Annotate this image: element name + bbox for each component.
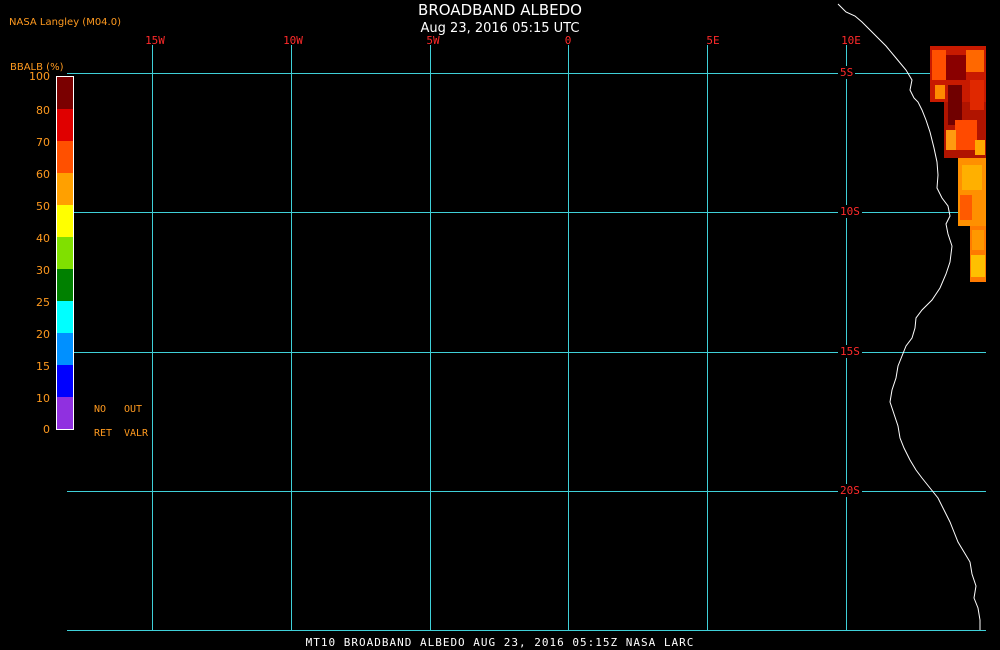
colorbar-tick: 0	[43, 423, 50, 436]
lon-label-0: 0	[564, 34, 572, 47]
colorbar-segment	[57, 365, 73, 397]
colorbar-segment	[57, 269, 73, 301]
footer-caption: MT10 BROADBAND ALBEDO AUG 23, 2016 05:15…	[305, 636, 695, 649]
colorbar-tick: 10	[36, 392, 50, 405]
colorbar-tick: 30	[36, 264, 50, 277]
lat-label-15s: 15S	[838, 345, 862, 358]
colorbar-segment	[57, 109, 73, 141]
colorbar-tick: 80	[36, 104, 50, 117]
colorbar-segment	[57, 333, 73, 365]
out-label: OUT	[124, 404, 143, 415]
lon-label-10e: 10E	[841, 34, 861, 47]
lon-label-15w: 15W	[145, 34, 165, 47]
colorbar-tick: 100	[29, 70, 50, 83]
lat-lon-grid	[67, 45, 986, 631]
valr-label: VALR	[124, 428, 149, 439]
colorbar-tick: 70	[36, 136, 50, 149]
map-canvas	[67, 3, 986, 631]
colorbar-tick: 40	[36, 232, 50, 245]
no-label: NO	[94, 404, 107, 415]
albedo-data-pixels	[930, 46, 986, 282]
lat-label-10s: 10S	[838, 205, 862, 218]
colorbar	[56, 76, 74, 430]
colorbar-segment	[57, 301, 73, 333]
lat-label-20s: 20S	[838, 484, 862, 497]
colorbar-segment	[57, 173, 73, 205]
colorbar-tick: 60	[36, 168, 50, 181]
lon-label-10w: 10W	[283, 34, 303, 47]
colorbar-segment	[57, 397, 73, 429]
lat-label-5s: 5S	[838, 66, 856, 79]
colorbar-segment	[57, 77, 73, 109]
colorbar-segment	[57, 141, 73, 173]
colorbar-segment	[57, 237, 73, 269]
colorbar-tick: 50	[36, 200, 50, 213]
colorbar-tick: 20	[36, 328, 50, 341]
lon-label-5e: 5E	[706, 34, 720, 47]
ret-label: RET	[94, 428, 113, 439]
colorbar-tick: 25	[36, 296, 50, 309]
colorbar-tick: 15	[36, 360, 50, 373]
colorbar-segment	[57, 205, 73, 237]
lon-label-5w: 5W	[426, 34, 440, 47]
